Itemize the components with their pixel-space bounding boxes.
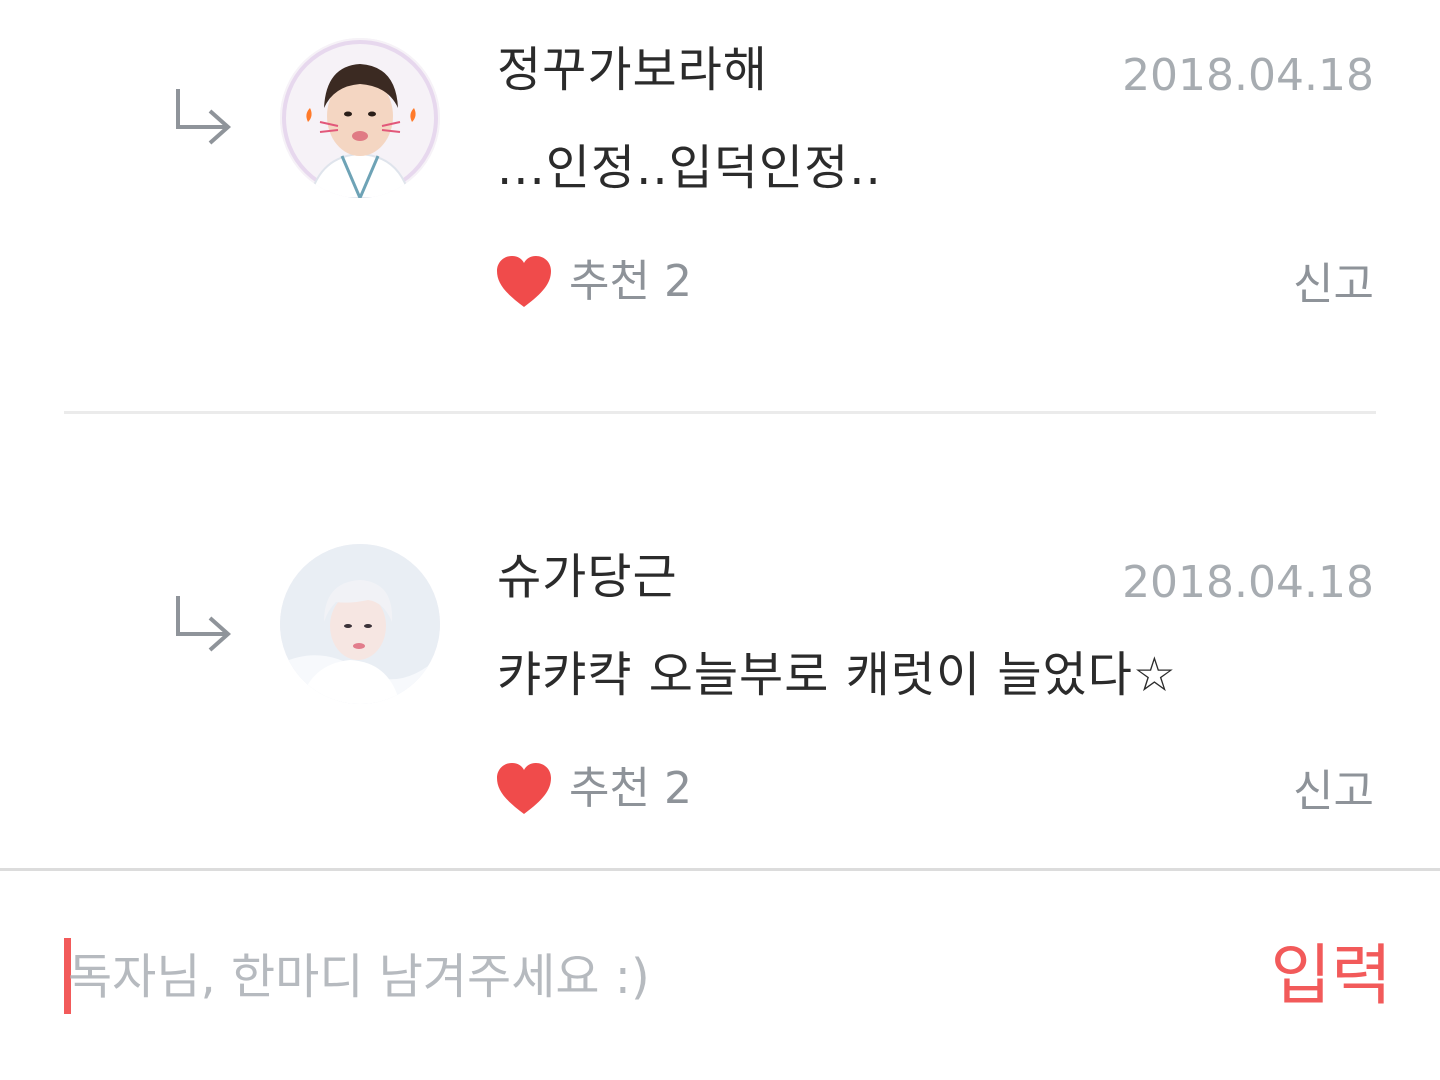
submit-button[interactable]: 입력 [1271,931,1392,1021]
comment-date: 2018.04.18 [1122,50,1374,101]
like-label: 추천 [569,763,650,814]
comment-text: 캬캬캭 오늘부로 캐럿이 늘었다☆ [497,647,1177,703]
comment-divider [64,411,1376,414]
like-count: 2 [663,763,692,814]
avatar[interactable] [280,38,440,198]
comment-username[interactable]: 슈가당근 [497,545,678,609]
like-button[interactable]: 추천 2 [495,759,692,819]
comment-date: 2018.04.18 [1122,557,1374,608]
like-label: 추천 [569,256,650,307]
like-button[interactable]: 추천 2 [495,252,692,312]
heart-icon [497,256,551,307]
comment-input-bar: 입력 [0,871,1440,1080]
reply-arrow-icon [176,89,232,145]
comment-input[interactable] [64,935,1218,1019]
comment-text: ...인정..입덕인정.. [497,140,882,196]
comment-username[interactable]: 정꾸가보라해 [497,38,768,102]
report-button[interactable]: 신고 [1293,255,1374,315]
report-button[interactable]: 신고 [1293,762,1374,822]
avatar-image [280,544,440,704]
reply-arrow-icon [176,596,232,652]
like-count: 2 [663,256,692,307]
avatar-image [280,38,440,198]
heart-icon [497,763,551,814]
avatar[interactable] [280,544,440,704]
